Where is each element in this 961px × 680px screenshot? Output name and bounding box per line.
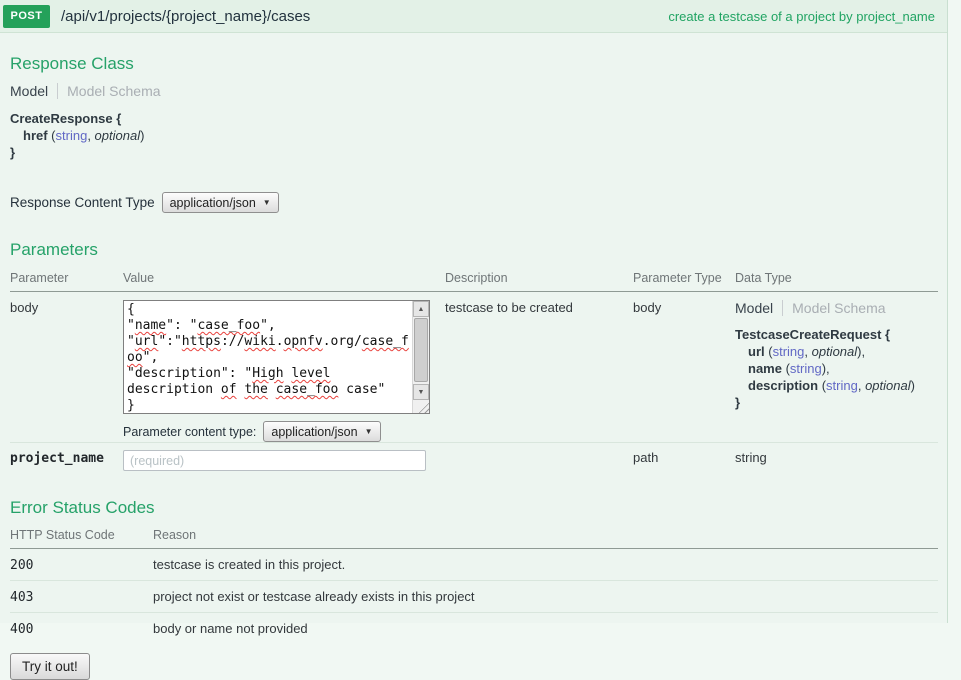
tab-model[interactable]: Model bbox=[735, 300, 773, 316]
param-description bbox=[445, 443, 633, 482]
response-class-title: Response Class bbox=[10, 33, 937, 74]
try-it-out-button[interactable]: Try it out! bbox=[10, 653, 90, 680]
parameter-content-type-row: Parameter content type: application/json… bbox=[123, 421, 445, 442]
param-description: testcase to be created bbox=[445, 292, 633, 443]
status-code: 403 bbox=[10, 590, 33, 605]
response-content-type-select[interactable]: application/json ▼ bbox=[162, 192, 279, 213]
scrollbar-thumb[interactable] bbox=[414, 318, 428, 382]
response-content-type-value: application/json bbox=[170, 196, 256, 210]
scroll-up-icon[interactable]: ▲ bbox=[413, 301, 429, 317]
col-parameter: Parameter bbox=[10, 263, 123, 292]
parameter-content-type-label: Parameter content type: bbox=[123, 425, 256, 439]
param-data-type: string bbox=[735, 443, 938, 482]
chevron-down-icon: ▼ bbox=[263, 198, 271, 207]
col-http-status-code: HTTP Status Code bbox=[10, 520, 153, 549]
tab-divider bbox=[782, 300, 783, 316]
response-content-type-label: Response Content Type bbox=[10, 195, 155, 210]
tab-model-schema[interactable]: Model Schema bbox=[792, 300, 885, 316]
col-value: Value bbox=[123, 263, 445, 292]
col-description: Description bbox=[445, 263, 633, 292]
textarea-scrollbar[interactable]: ▲ ▼ bbox=[412, 301, 429, 413]
parameters-title: Parameters bbox=[10, 240, 937, 260]
operation-content: Response Class Model Model Schema Create… bbox=[0, 33, 947, 680]
operation-heading[interactable]: POST /api/v1/projects/{project_name}/cas… bbox=[0, 0, 947, 33]
chevron-down-icon: ▼ bbox=[365, 427, 373, 436]
col-reason: Reason bbox=[153, 520, 938, 549]
param-type-path: path bbox=[633, 443, 735, 482]
body-value-textarea[interactable]: { "name": "case_foo", "url":"https://wik… bbox=[123, 300, 430, 414]
operation-summary-link[interactable]: create a testcase of a project by projec… bbox=[668, 9, 935, 24]
response-model-signature: CreateResponse {href (string, optional)} bbox=[10, 110, 937, 161]
param-name-project-name: project_name bbox=[10, 451, 104, 466]
status-reason: project not exist or testcase already ex… bbox=[153, 581, 938, 613]
endpoint-path[interactable]: /api/v1/projects/{project_name}/cases bbox=[61, 8, 310, 25]
http-method-badge[interactable]: POST bbox=[3, 5, 50, 28]
scroll-down-icon[interactable]: ▼ bbox=[413, 384, 429, 400]
table-row-body-param: body { "name": "case_foo", "url":"https:… bbox=[10, 292, 938, 443]
col-parameter-type: Parameter Type bbox=[633, 263, 735, 292]
table-row-status-403: 403 project not exist or testcase alread… bbox=[10, 581, 938, 613]
status-code: 400 bbox=[10, 622, 33, 637]
status-reason: body or name not provided bbox=[153, 613, 938, 645]
param-name-body: body bbox=[10, 292, 123, 443]
table-row-projectname-param: project_name path string bbox=[10, 443, 938, 482]
body-json-text[interactable]: { "name": "case_foo", "url":"https://wik… bbox=[127, 302, 411, 414]
parameter-content-type-select[interactable]: application/json ▼ bbox=[263, 421, 380, 442]
operation-panel: POST /api/v1/projects/{project_name}/cas… bbox=[0, 0, 948, 623]
status-reason: testcase is created in this project. bbox=[153, 549, 938, 581]
project-name-input[interactable] bbox=[123, 450, 426, 471]
parameter-content-type-value: application/json bbox=[271, 425, 357, 439]
error-status-codes-title: Error Status Codes bbox=[10, 498, 937, 518]
response-class-tabs: Model Model Schema bbox=[10, 83, 937, 99]
parameters-table: Parameter Value Description Parameter Ty… bbox=[10, 263, 938, 481]
param-type-body: body bbox=[633, 292, 735, 443]
request-model-signature: TestcaseCreateRequest {url (string, opti… bbox=[735, 326, 938, 411]
col-data-type: Data Type bbox=[735, 263, 938, 292]
tab-model-schema[interactable]: Model Schema bbox=[67, 83, 160, 99]
table-row-status-400: 400 body or name not provided bbox=[10, 613, 938, 645]
status-code: 200 bbox=[10, 558, 33, 573]
table-row-status-200: 200 testcase is created in this project. bbox=[10, 549, 938, 581]
error-codes-table: HTTP Status Code Reason 200 testcase is … bbox=[10, 520, 938, 644]
tab-divider bbox=[57, 83, 58, 99]
tab-model[interactable]: Model bbox=[10, 83, 48, 99]
response-content-type-row: Response Content Type application/json ▼ bbox=[10, 192, 937, 213]
request-model-tabs: Model Model Schema bbox=[735, 300, 938, 316]
